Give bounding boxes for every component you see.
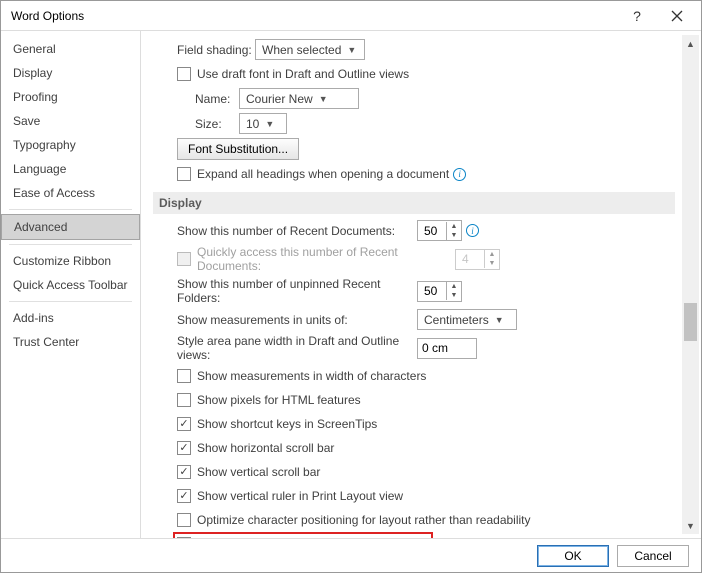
hscroll-label: Show horizontal scroll bar xyxy=(197,441,334,455)
close-button[interactable] xyxy=(657,2,697,30)
sidebar-item-trust-center[interactable]: Trust Center xyxy=(1,330,140,354)
info-icon[interactable]: i xyxy=(453,168,466,181)
sidebar-item-add-ins[interactable]: Add-ins xyxy=(1,306,140,330)
sidebar: General Display Proofing Save Typography… xyxy=(1,31,141,538)
units-label: Show measurements in units of: xyxy=(177,313,417,327)
help-button[interactable]: ? xyxy=(617,2,657,30)
expand-headings-label: Expand all headings when opening a docum… xyxy=(197,167,449,181)
sidebar-item-customize-ribbon[interactable]: Customize Ribbon xyxy=(1,249,140,273)
style-area-input[interactable]: 0 cm xyxy=(417,338,477,359)
dialog-footer: OK Cancel xyxy=(1,538,701,572)
display-section-header: Display xyxy=(153,192,675,214)
expand-headings-checkbox[interactable] xyxy=(177,167,191,181)
vruler-checkbox[interactable] xyxy=(177,489,191,503)
font-size-select[interactable]: 10▼ xyxy=(239,113,287,134)
quick-access-label: Quickly access this number of Recent Doc… xyxy=(197,245,455,273)
font-size-label: Size: xyxy=(195,117,239,131)
vscroll-label: Show vertical scroll bar xyxy=(197,465,320,479)
unpinned-folders-spinner[interactable]: 50 ▲▼ xyxy=(417,281,462,302)
quick-access-spinner: 4 ▲▼ xyxy=(455,249,500,270)
hscroll-checkbox[interactable] xyxy=(177,441,191,455)
shortcut-keys-checkbox[interactable] xyxy=(177,417,191,431)
font-name-select[interactable]: Courier New▼ xyxy=(239,88,359,109)
sidebar-item-language[interactable]: Language xyxy=(1,157,140,181)
field-shading-label: Field shading: xyxy=(177,43,255,57)
sidebar-item-proofing[interactable]: Proofing xyxy=(1,85,140,109)
sidebar-item-ease-of-access[interactable]: Ease of Access xyxy=(1,181,140,205)
field-shading-select[interactable]: When selected▼ xyxy=(255,39,365,60)
ok-button[interactable]: OK xyxy=(537,545,609,567)
font-substitution-button[interactable]: Font Substitution... xyxy=(177,138,299,160)
use-draft-font-label: Use draft font in Draft and Outline view… xyxy=(197,67,409,81)
content-pane: Field shading: When selected▼ Use draft … xyxy=(141,31,701,538)
recent-docs-label: Show this number of Recent Documents: xyxy=(177,224,417,238)
scrollbar-thumb[interactable] xyxy=(684,303,697,341)
info-icon[interactable]: i xyxy=(466,224,479,237)
vertical-scrollbar[interactable]: ▲ ▼ xyxy=(682,35,699,534)
units-select[interactable]: Centimeters▼ xyxy=(417,309,517,330)
scroll-down-icon[interactable]: ▼ xyxy=(682,517,699,534)
font-name-label: Name: xyxy=(195,92,239,106)
optimize-positioning-label: Optimize character positioning for layou… xyxy=(197,513,531,527)
sidebar-item-typography[interactable]: Typography xyxy=(1,133,140,157)
scroll-up-icon[interactable]: ▲ xyxy=(682,35,699,52)
sidebar-item-advanced[interactable]: Advanced xyxy=(1,214,140,240)
sidebar-item-save[interactable]: Save xyxy=(1,109,140,133)
optimize-positioning-checkbox[interactable] xyxy=(177,513,191,527)
titlebar: Word Options ? xyxy=(1,1,701,31)
recent-docs-spinner[interactable]: 50 ▲▼ xyxy=(417,220,462,241)
quick-access-checkbox[interactable] xyxy=(177,252,191,266)
vruler-label: Show vertical ruler in Print Layout view xyxy=(197,489,403,503)
style-area-label: Style area pane width in Draft and Outli… xyxy=(177,334,417,362)
measurements-width-label: Show measurements in width of characters xyxy=(197,369,426,383)
pixels-html-checkbox[interactable] xyxy=(177,393,191,407)
use-draft-font-checkbox[interactable] xyxy=(177,67,191,81)
sidebar-item-display[interactable]: Display xyxy=(1,61,140,85)
vscroll-checkbox[interactable] xyxy=(177,465,191,479)
pixels-html-label: Show pixels for HTML features xyxy=(197,393,361,407)
measurements-width-checkbox[interactable] xyxy=(177,369,191,383)
unpinned-folders-label: Show this number of unpinned Recent Fold… xyxy=(177,277,417,305)
cancel-button[interactable]: Cancel xyxy=(617,545,689,567)
window-title: Word Options xyxy=(11,9,617,23)
sidebar-item-general[interactable]: General xyxy=(1,37,140,61)
sidebar-item-quick-access-toolbar[interactable]: Quick Access Toolbar xyxy=(1,273,140,297)
shortcut-keys-label: Show shortcut keys in ScreenTips xyxy=(197,417,377,431)
